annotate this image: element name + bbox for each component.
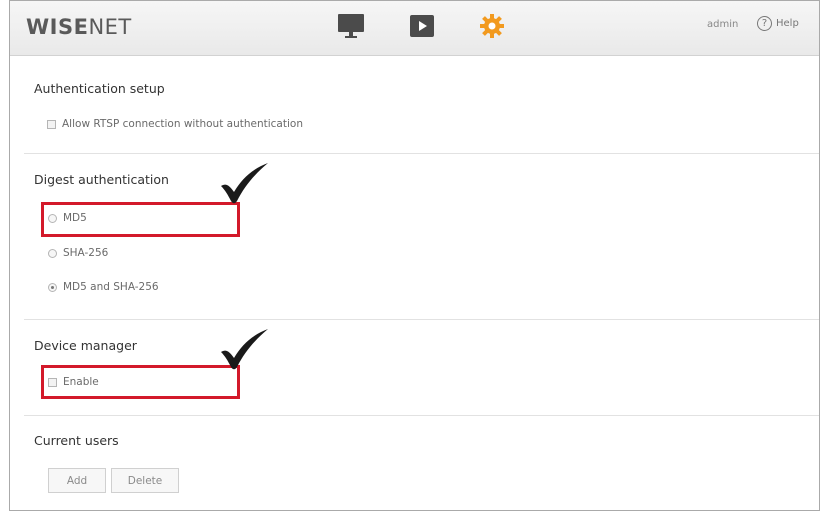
section-divider [24, 153, 819, 154]
section-divider [24, 415, 819, 416]
gear-icon[interactable] [478, 12, 506, 44]
digest-authentication-title: Digest authentication [34, 172, 169, 187]
username-label[interactable]: admin [707, 19, 738, 30]
help-button[interactable]: ? Help [757, 16, 799, 31]
help-icon: ? [757, 16, 772, 31]
add-user-button[interactable]: Add [48, 468, 106, 493]
rtsp-no-auth-label: Allow RTSP connection without authentica… [62, 118, 303, 130]
play-icon[interactable] [409, 14, 435, 42]
help-label: Help [776, 18, 799, 29]
rtsp-no-auth-option[interactable]: Allow RTSP connection without authentica… [47, 118, 303, 130]
device-manager-title: Device manager [34, 338, 137, 353]
current-users-title: Current users [34, 433, 119, 448]
md5-highlight-box [41, 202, 240, 237]
digest-option-sha256[interactable]: SHA-256 [48, 247, 108, 259]
checkmark-icon [218, 327, 270, 375]
authentication-setup-title: Authentication setup [34, 81, 165, 96]
sha256-label: SHA-256 [63, 247, 109, 259]
app-window: WISENET admin ? Help Authentication setu… [9, 0, 820, 511]
section-divider [24, 319, 819, 320]
digest-option-md5-sha256[interactable]: MD5 and SHA-256 [48, 281, 159, 293]
rtsp-no-auth-checkbox[interactable] [47, 119, 56, 129]
enable-highlight-box [41, 365, 240, 399]
monitor-icon[interactable] [337, 13, 365, 43]
sha256-radio[interactable] [48, 248, 57, 258]
wisenet-logo: WISENET [26, 15, 132, 39]
delete-user-button[interactable]: Delete [111, 468, 179, 493]
top-bar: WISENET admin ? Help [10, 1, 819, 56]
checkmark-icon [218, 161, 270, 209]
md5-sha256-label: MD5 and SHA-256 [63, 281, 159, 293]
md5-sha256-radio[interactable] [48, 282, 57, 292]
